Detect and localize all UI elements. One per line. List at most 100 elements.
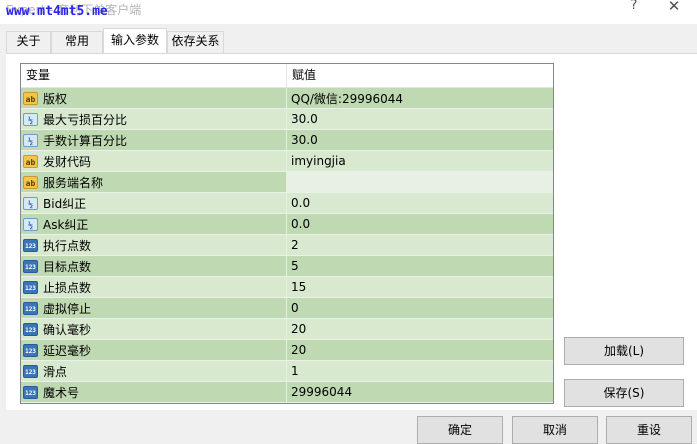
variable-value: 0.0: [291, 196, 311, 210]
variable-value: QQ/微信:29996044: [291, 91, 404, 106]
variable-name: 止损点数: [43, 280, 92, 295]
variable-value: 1: [291, 364, 299, 378]
variable-value: 2: [291, 238, 299, 252]
variable-name: 版权: [43, 91, 68, 106]
reset-button[interactable]: 重设: [606, 416, 692, 444]
table-row[interactable]: ½ Ask纠正 0.0: [21, 214, 553, 235]
variable-cell: ½ Ask纠正: [21, 214, 287, 234]
cancel-button[interactable]: 取消: [512, 416, 598, 444]
column-header-variable[interactable]: 变量: [21, 64, 287, 88]
table-row[interactable]: ab 发财代码 imyingjia: [21, 151, 553, 172]
variable-cell: ab 服务端名称: [21, 172, 287, 192]
variable-name: 发财代码: [43, 154, 92, 169]
watermark-text: www.mt4mt5.me: [6, 4, 108, 19]
value-cell[interactable]: 15: [287, 277, 553, 297]
table-row[interactable]: ½ Bid纠正 0.0: [21, 193, 553, 214]
table-row[interactable]: ½ 最大亏损百分比 30.0: [21, 109, 553, 130]
save-button[interactable]: 保存(S): [564, 379, 684, 407]
integer-type-icon: 123: [23, 301, 38, 315]
tab-dependencies[interactable]: 依存关系: [167, 31, 224, 53]
variable-name: Ask纠正: [43, 217, 89, 232]
variable-name: 最大亏损百分比: [43, 112, 128, 127]
table-row[interactable]: 123 魔术号 29996044: [21, 382, 553, 403]
column-header-value[interactable]: 赋值: [287, 64, 553, 88]
table-row[interactable]: ab 服务端名称: [21, 172, 553, 193]
variable-cell: 123 滑点: [21, 361, 287, 381]
value-cell[interactable]: 0.0: [287, 193, 553, 213]
value-cell[interactable]: 5: [287, 256, 553, 276]
value-cell[interactable]: 0: [287, 298, 553, 318]
double-type-icon: ½: [23, 112, 38, 126]
value-cell[interactable]: 1: [287, 361, 553, 381]
table-row[interactable]: 123 目标点数 5: [21, 256, 553, 277]
variable-value: 0: [291, 301, 299, 315]
integer-type-icon: 123: [23, 364, 38, 378]
value-cell[interactable]: 20: [287, 340, 553, 360]
variable-value: 30.0: [291, 112, 318, 126]
variable-name: 确认毫秒: [43, 322, 92, 337]
tab-common[interactable]: 常用: [51, 31, 103, 53]
help-icon[interactable]: ?: [622, 0, 646, 14]
integer-type-icon: 123: [23, 322, 38, 336]
variable-name: 执行点数: [43, 238, 92, 253]
value-cell[interactable]: 0.0: [287, 214, 553, 234]
load-button[interactable]: 加载(L): [564, 337, 684, 365]
string-type-icon: ab: [23, 175, 38, 189]
variable-name: 手数计算百分比: [43, 133, 128, 148]
table-row[interactable]: 123 滑点 1: [21, 361, 553, 382]
variable-value: imyingjia: [291, 154, 346, 168]
variable-value: 15: [291, 280, 307, 294]
double-type-icon: ½: [23, 196, 38, 210]
value-cell[interactable]: 30.0: [287, 109, 553, 129]
tab-strip: 关于 常用 输入参数 依存关系: [0, 24, 697, 55]
variable-cell: ½ 手数计算百分比: [21, 130, 287, 150]
variable-cell: 123 魔术号: [21, 382, 287, 402]
variable-name: Bid纠正: [43, 196, 87, 211]
value-cell[interactable]: [287, 172, 553, 192]
integer-type-icon: 123: [23, 259, 38, 273]
string-type-icon: ab: [23, 154, 38, 168]
table-row[interactable]: 123 确认毫秒 20: [21, 319, 553, 340]
ok-button[interactable]: 确定: [417, 416, 503, 444]
table-row[interactable]: 123 虚拟停止 0: [21, 298, 553, 319]
double-type-icon: ½: [23, 133, 38, 147]
variable-cell: 123 确认毫秒: [21, 319, 287, 339]
variable-value: 20: [291, 322, 307, 336]
variable-name: 目标点数: [43, 259, 92, 274]
variable-value: 20: [291, 343, 307, 357]
table-row[interactable]: ab 版权 QQ/微信:29996044: [21, 88, 553, 109]
title-bar: Expert - 套利下单客户端 www.mt4mt5.me ? ✕: [0, 0, 697, 24]
variable-cell: ab 版权: [21, 88, 287, 108]
table-row[interactable]: ½ 手数计算百分比 30.0: [21, 130, 553, 151]
variable-name: 滑点: [43, 364, 68, 379]
integer-type-icon: 123: [23, 238, 38, 252]
grid-header: 变量 赋值: [21, 64, 553, 88]
variable-value: 29996044: [291, 385, 353, 399]
value-cell[interactable]: 2: [287, 235, 553, 255]
variable-name: 服务端名称: [43, 175, 104, 190]
variable-value: 30.0: [291, 133, 318, 147]
value-cell[interactable]: 29996044: [287, 382, 553, 402]
string-type-icon: ab: [23, 91, 38, 105]
table-row[interactable]: 123 延迟毫秒 20: [21, 340, 553, 361]
close-icon[interactable]: ✕: [662, 0, 686, 14]
parameter-grid: 变量 赋值 ab 版权 QQ/微信:29996044 ½ 最大亏损百分比 30.0 ½ 手数计…: [20, 63, 554, 404]
value-cell[interactable]: imyingjia: [287, 151, 553, 171]
integer-type-icon: 123: [23, 280, 38, 294]
variable-value: 0.0: [291, 217, 311, 231]
value-cell[interactable]: 20: [287, 319, 553, 339]
grid-body: ab 版权 QQ/微信:29996044 ½ 最大亏损百分比 30.0 ½ 手数计算百分比 30…: [21, 88, 553, 403]
tab-about[interactable]: 关于: [6, 31, 51, 53]
table-row[interactable]: 123 执行点数 2: [21, 235, 553, 256]
variable-cell: 123 止损点数: [21, 277, 287, 297]
table-row[interactable]: 123 止损点数 15: [21, 277, 553, 298]
double-type-icon: ½: [23, 217, 38, 231]
variable-cell: ½ 最大亏损百分比: [21, 109, 287, 129]
variable-cell: 123 目标点数: [21, 256, 287, 276]
variable-cell: 123 虚拟停止: [21, 298, 287, 318]
tab-inputs[interactable]: 输入参数: [103, 28, 167, 55]
integer-type-icon: 123: [23, 343, 38, 357]
value-cell[interactable]: QQ/微信:29996044: [287, 88, 553, 108]
variable-cell: ½ Bid纠正: [21, 193, 287, 213]
value-cell[interactable]: 30.0: [287, 130, 553, 150]
